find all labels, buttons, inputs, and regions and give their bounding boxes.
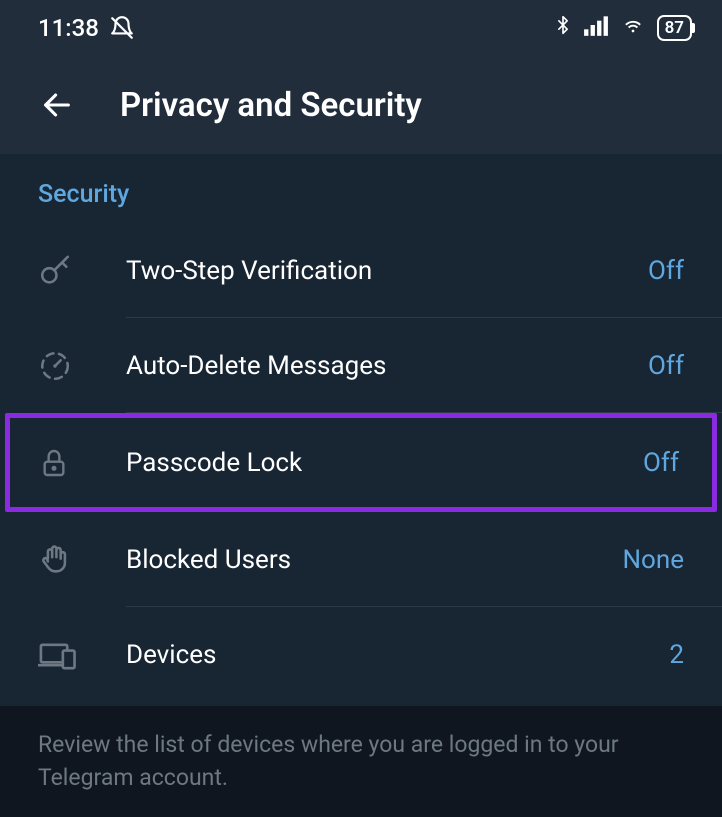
status-time: 11:38	[38, 14, 99, 42]
status-right: 87	[553, 12, 692, 44]
row-value: Off	[643, 448, 679, 478]
row-label: Passcode Lock	[126, 448, 643, 478]
status-bar: 11:38 87	[0, 0, 722, 56]
row-label: Blocked Users	[126, 545, 622, 575]
section-header: Security	[0, 154, 722, 223]
page-title: Privacy and Security	[120, 86, 422, 125]
status-left: 11:38	[38, 14, 553, 42]
wifi-icon	[619, 14, 647, 42]
row-value: Off	[648, 256, 684, 286]
lock-icon	[38, 445, 126, 481]
row-label: Devices	[126, 640, 669, 670]
row-label: Auto-Delete Messages	[126, 351, 648, 381]
main-content: Security Two-Step Verification Off Auto-…	[0, 154, 722, 706]
mute-icon	[109, 15, 135, 41]
devices-icon	[38, 640, 126, 670]
row-two-step-verification[interactable]: Two-Step Verification Off	[0, 223, 722, 318]
key-icon	[38, 254, 126, 288]
row-value: 2	[669, 640, 684, 670]
row-value: Off	[648, 351, 684, 381]
row-auto-delete-messages[interactable]: Auto-Delete Messages Off	[0, 318, 722, 413]
footer-text: Review the list of devices where you are…	[0, 706, 722, 817]
back-button[interactable]	[40, 88, 74, 122]
timer-icon	[38, 349, 126, 383]
bluetooth-icon	[553, 12, 573, 44]
row-blocked-users[interactable]: Blocked Users None	[0, 512, 722, 607]
row-passcode-lock[interactable]: Passcode Lock Off	[5, 413, 717, 512]
battery-icon: 87	[657, 15, 692, 41]
row-devices[interactable]: Devices 2	[0, 607, 722, 702]
signal-icon	[583, 14, 609, 42]
hand-icon	[38, 543, 126, 577]
row-value: None	[622, 545, 684, 575]
row-label: Two-Step Verification	[126, 256, 648, 286]
header: Privacy and Security	[0, 56, 722, 154]
